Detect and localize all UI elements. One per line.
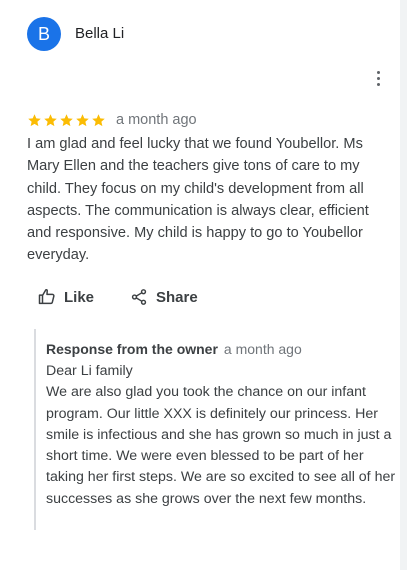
share-button[interactable]: Share [130, 288, 198, 306]
page-edge [400, 0, 407, 570]
star-icon [44, 113, 57, 126]
rating-row: a month ago [27, 110, 197, 130]
share-label: Share [156, 288, 198, 306]
avatar[interactable]: B [27, 17, 61, 51]
star-icon [92, 113, 105, 126]
owner-response-header: Response from the owner a month ago [46, 341, 302, 357]
star-icon [28, 113, 41, 126]
avatar-letter: B [37, 23, 50, 44]
review-text: I am glad and feel lucky that we found Y… [27, 136, 369, 264]
like-button[interactable]: Like [38, 288, 94, 306]
star-rating [27, 113, 106, 128]
reviewer-name[interactable]: Bella Li [75, 25, 124, 42]
review-card: B Bella Li a month ago I am glad and fee… [0, 0, 400, 570]
review-date: a month ago [116, 112, 197, 128]
review-actions: Like Share [38, 285, 198, 309]
like-label: Like [64, 288, 95, 306]
owner-response-text: Dear Li family We are also glad you took … [46, 361, 396, 510]
owner-response-date: a month ago [223, 341, 302, 357]
owner-response: Response from the owner a month ago Dear … [34, 329, 395, 530]
star-icon [76, 113, 89, 126]
more-options-icon[interactable] [372, 68, 384, 88]
share-icon [131, 289, 147, 305]
star-icon [60, 113, 73, 126]
owner-response-title: Response from the owner [46, 341, 218, 357]
owner-response-greeting: Dear Li family [46, 363, 133, 379]
owner-response-body: We are also glad you took the chance on … [46, 384, 396, 507]
thumbs-up-icon [38, 288, 55, 305]
